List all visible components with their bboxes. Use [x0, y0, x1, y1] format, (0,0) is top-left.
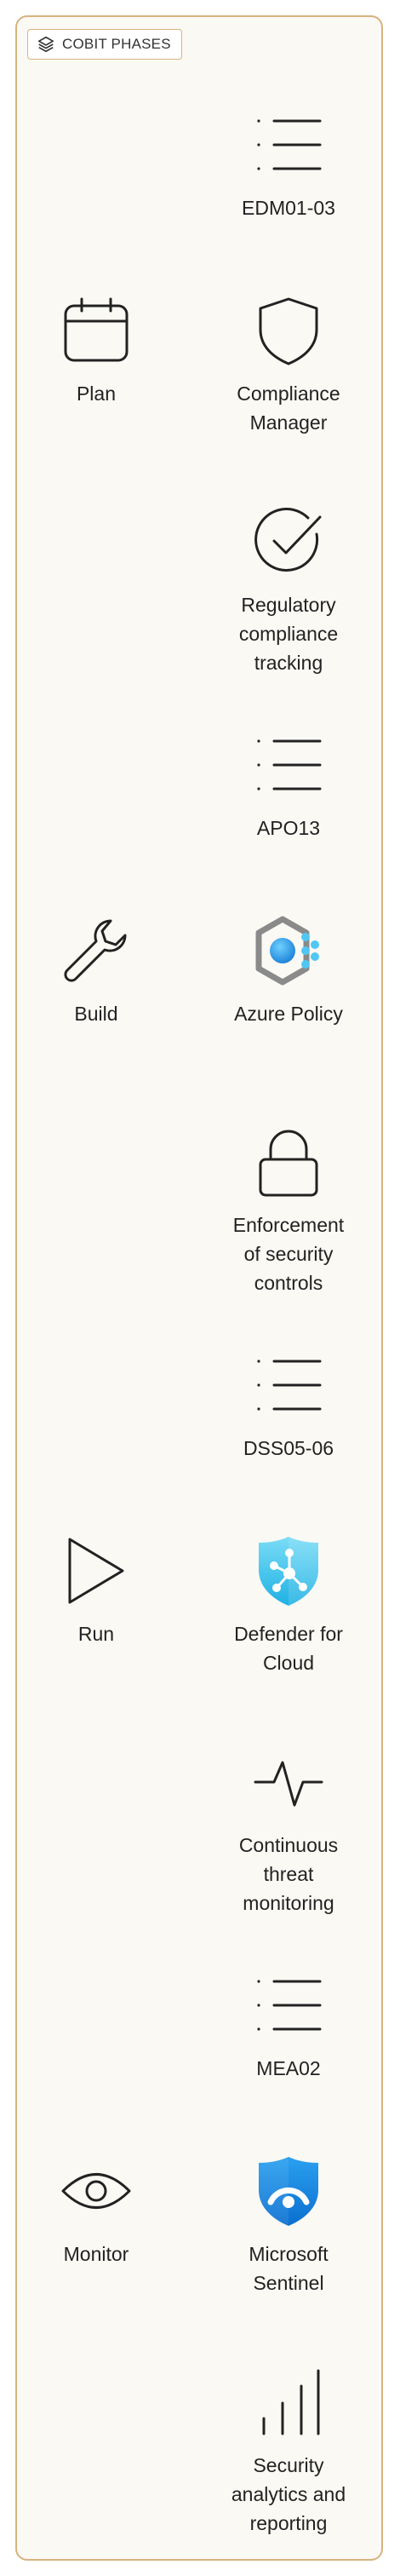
control-security-analytics-and-reporting: Security analytics and reporting	[203, 2366, 374, 2538]
container-title: COBIT PHASES	[62, 36, 171, 52]
control-label: Regulatory compliance tracking	[238, 594, 339, 674]
control-label: Continuous threat monitoring	[238, 1834, 339, 1914]
control-label: Microsoft Sentinel	[249, 2243, 329, 2294]
pulse-icon	[252, 1745, 325, 1819]
phase-run: Run	[11, 1534, 181, 1648]
container-title-badge: COBIT PHASES	[27, 29, 182, 60]
list-icon	[252, 1348, 325, 1422]
control-microsoft-sentinel: Microsoft Sentinel	[203, 2154, 374, 2297]
control-label: Enforcement of security controls	[232, 1214, 345, 1294]
check-circle-icon	[252, 505, 325, 578]
phase-build: Build	[11, 914, 181, 1028]
control-label: Security analytics and reporting	[231, 2454, 346, 2534]
phase-label: Plan	[76, 382, 117, 405]
calendar-icon	[60, 294, 133, 367]
control-label: Compliance Manager	[237, 382, 340, 434]
list-icon	[252, 728, 325, 802]
control-enforcement-of-security-controls: Enforcement of security controls	[203, 1125, 374, 1297]
phase-label: Run	[77, 1623, 115, 1645]
control-continuous-threat-monitoring: Continuous threat monitoring	[203, 1745, 374, 1918]
control-label: DSS05-06	[243, 1437, 334, 1459]
sentinel-shield-icon	[252, 2154, 325, 2228]
control-label: APO13	[256, 817, 321, 839]
phase-label: Build	[74, 1003, 118, 1025]
control-defender-for-cloud: Defender for Cloud	[203, 1534, 374, 1677]
control-compliance-manager: Compliance Manager	[203, 294, 374, 437]
list-icon	[252, 1969, 325, 2042]
control-mea02: MEA02	[203, 1969, 374, 2083]
control-edm01-03: EDM01-03	[203, 108, 374, 222]
phase-label: Monitor	[63, 2243, 129, 2265]
control-azure-policy: Azure Policy	[203, 914, 374, 1028]
control-label: Azure Policy	[234, 1003, 343, 1025]
control-dss05-06: DSS05-06	[203, 1348, 374, 1463]
layers-icon	[37, 35, 55, 54]
list-icon	[252, 108, 325, 181]
control-label: MEA02	[256, 2057, 321, 2079]
play-icon	[60, 1534, 133, 1607]
wrench-icon	[60, 914, 133, 987]
shield-icon	[252, 294, 325, 367]
defender-shield-icon	[252, 1534, 325, 1607]
lock-icon	[252, 1125, 325, 1199]
control-apo13: APO13	[203, 728, 374, 842]
bar-chart-icon	[252, 2366, 325, 2439]
azure-policy-icon	[252, 914, 325, 987]
eye-icon	[60, 2154, 133, 2228]
control-label: EDM01-03	[242, 197, 335, 219]
control-label: Defender for Cloud	[234, 1623, 343, 1674]
control-regulatory-compliance-tracking: Regulatory compliance tracking	[203, 505, 374, 677]
phase-monitor: Monitor	[11, 2154, 181, 2268]
phase-plan: Plan	[11, 294, 181, 408]
